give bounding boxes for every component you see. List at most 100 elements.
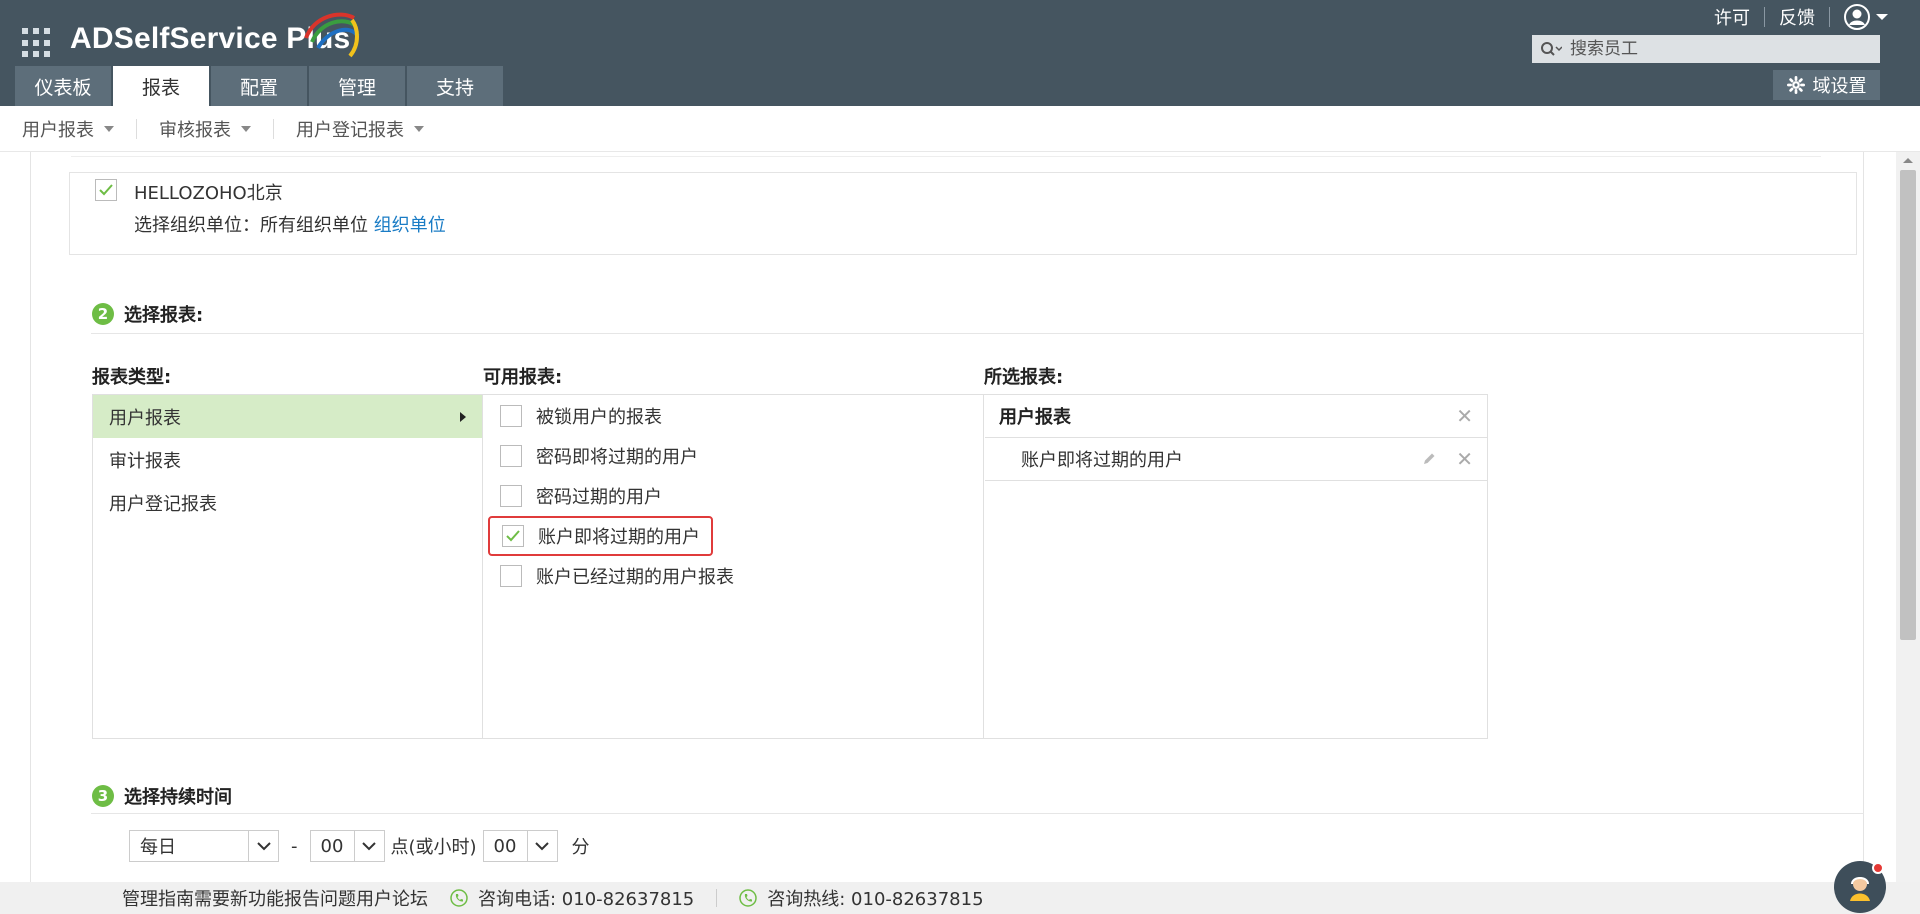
- section-title: 选择报表:: [124, 305, 204, 326]
- app-header: ADSelfService Plus 许可 反馈 搜索员工 仪表板 报表 配置 …: [0, 0, 1920, 106]
- available-report-item-highlighted[interactable]: 账户即将过期的用户: [488, 516, 713, 556]
- close-icon[interactable]: ✕: [1456, 404, 1473, 428]
- type-label: 审计报表: [109, 450, 181, 472]
- chevron-down-icon: [104, 125, 114, 132]
- available-report-item[interactable]: 密码即将过期的用户: [484, 436, 983, 476]
- vertical-scrollbar[interactable]: [1896, 152, 1920, 882]
- chevron-down-icon: [353, 831, 384, 861]
- tab-configuration[interactable]: 配置: [211, 66, 307, 106]
- main-content: HELLOZOHO北京 选择组织单位：所有组织单位 组织单位 2 选择报表: 报…: [30, 152, 1864, 882]
- search-input[interactable]: [1570, 35, 1880, 63]
- hour-select[interactable]: 00: [309, 830, 385, 862]
- tab-support[interactable]: 支持: [407, 66, 503, 106]
- tab-dashboard[interactable]: 仪表板: [15, 66, 111, 106]
- employee-search: [1532, 35, 1880, 63]
- step-badge: 3: [92, 785, 114, 807]
- footer-phone-1: 咨询电话: 010-82637815: [450, 885, 694, 911]
- report-checkbox[interactable]: [500, 485, 522, 507]
- feedback-link[interactable]: 反馈: [1765, 4, 1829, 30]
- divider: [91, 333, 1864, 334]
- step-badge: 2: [92, 303, 114, 325]
- report-checkbox[interactable]: [500, 565, 522, 587]
- chevron-down-icon: [248, 831, 278, 861]
- selected-report-label: 账户即将过期的用户: [1021, 450, 1183, 471]
- scroll-up-icon[interactable]: [1903, 158, 1913, 163]
- section-select-reports: 2 选择报表:: [92, 301, 203, 327]
- report-type-audit[interactable]: 审计报表: [93, 438, 482, 481]
- chat-agent-icon: [1850, 877, 1870, 901]
- report-type-list: 用户报表 审计报表 用户登记报表: [93, 395, 483, 738]
- divider: [91, 813, 1864, 814]
- report-type-enrollment[interactable]: 用户登记报表: [93, 481, 482, 524]
- user-menu[interactable]: [1830, 4, 1888, 30]
- dash: -: [291, 835, 298, 857]
- report-checkbox-checked[interactable]: [502, 525, 524, 547]
- available-report-item[interactable]: 账户已经过期的用户报表: [484, 556, 983, 596]
- frequency-select[interactable]: 每日: [129, 830, 279, 862]
- divider: [273, 118, 274, 139]
- frequency-value: 每日: [140, 837, 176, 858]
- type-label: 用户报表: [109, 407, 181, 429]
- report-checkbox[interactable]: [500, 445, 522, 467]
- report-label: 账户即将过期的用户: [538, 527, 700, 548]
- ou-selection-box: HELLOZOHO北京 选择组织单位：所有组织单位 组织单位: [69, 172, 1857, 255]
- report-type-user[interactable]: 用户报表: [93, 395, 482, 438]
- footer-phone-2: 咨询热线: 010-82637815: [739, 885, 984, 911]
- check-icon: [99, 184, 113, 196]
- domain-settings-button[interactable]: 域设置: [1773, 70, 1880, 100]
- chevron-down-icon: [1876, 14, 1888, 20]
- chevron-down-icon: [241, 125, 251, 132]
- logo-swoosh-icon: [304, 12, 360, 58]
- scroll-thumb[interactable]: [1900, 170, 1916, 640]
- check-icon: [506, 530, 520, 542]
- domain-name: HELLOZOHO北京: [134, 183, 283, 204]
- phone-icon: [450, 889, 468, 907]
- search-icon[interactable]: [1532, 35, 1570, 63]
- user-avatar-icon: [1844, 4, 1870, 30]
- duration-row: 每日 - 00 点(或小时) 00 分: [129, 830, 590, 862]
- divider: [136, 118, 137, 139]
- domain-settings-label: 域设置: [1812, 76, 1867, 97]
- subnav-label: 用户报表: [22, 119, 94, 141]
- ou-selection-text: 选择组织单位：所有组织单位 组织单位: [134, 211, 446, 237]
- subnav-user-reports[interactable]: 用户报表: [22, 116, 114, 142]
- section-select-duration: 3 选择持续时间: [92, 783, 232, 809]
- selected-report-item: 账户即将过期的用户 ✕: [985, 438, 1487, 481]
- minute-value: 00: [493, 835, 517, 857]
- footer-bar: 管理指南需要新功能报告问题用户论坛 咨询电话: 010-82637815 咨询热…: [0, 882, 1920, 914]
- report-label: 密码过期的用户: [536, 487, 662, 508]
- license-link[interactable]: 许可: [1700, 4, 1764, 30]
- report-label: 密码即将过期的用户: [536, 447, 698, 468]
- footer-links[interactable]: 管理指南需要新功能报告问题用户论坛: [122, 885, 428, 911]
- ou-link[interactable]: 组织单位: [374, 215, 446, 236]
- chevron-down-icon: [526, 831, 557, 861]
- minute-select[interactable]: 00: [482, 830, 558, 862]
- tab-reports[interactable]: 报表: [113, 66, 209, 106]
- report-selector: 用户报表 审计报表 用户登记报表 被锁用户的报表 密码即将过期的用户 密码过期的…: [92, 394, 1488, 739]
- app-grid-icon[interactable]: [22, 28, 52, 58]
- available-report-item[interactable]: 被锁用户的报表: [484, 396, 983, 436]
- notification-dot: [1872, 862, 1884, 874]
- top-links: 许可 反馈: [1700, 4, 1888, 30]
- phone-1-text: 咨询电话: 010-82637815: [478, 889, 695, 910]
- report-checkbox[interactable]: [500, 405, 522, 427]
- sub-navigation: 用户报表 审核报表 用户登记报表: [0, 106, 1920, 152]
- report-label: 被锁用户的报表: [536, 407, 662, 428]
- subnav-audit-reports[interactable]: 审核报表: [159, 116, 251, 142]
- available-report-item[interactable]: 密码过期的用户: [484, 476, 983, 516]
- minute-label: 分: [571, 837, 590, 858]
- ou-select-label: 选择组织单位：所有组织单位: [134, 215, 374, 236]
- close-icon[interactable]: ✕: [1456, 447, 1473, 471]
- tab-admin[interactable]: 管理: [309, 66, 405, 106]
- domain-checkbox[interactable]: [95, 179, 117, 201]
- selected-group-header: 用户报表 ✕: [985, 395, 1487, 438]
- hour-value: 00: [320, 835, 344, 857]
- type-label: 用户登记报表: [109, 493, 217, 515]
- caret-right-icon: [460, 411, 466, 422]
- col-head-types: 报表类型:: [92, 367, 172, 388]
- pencil-icon[interactable]: [1421, 451, 1437, 467]
- phone-icon: [739, 889, 758, 907]
- subnav-enrollment-reports[interactable]: 用户登记报表: [296, 116, 424, 142]
- available-reports-list: 被锁用户的报表 密码即将过期的用户 密码过期的用户 账户即将过期的用户 账户已经…: [484, 395, 984, 738]
- selected-reports-list: 用户报表 ✕ 账户即将过期的用户 ✕: [985, 395, 1487, 738]
